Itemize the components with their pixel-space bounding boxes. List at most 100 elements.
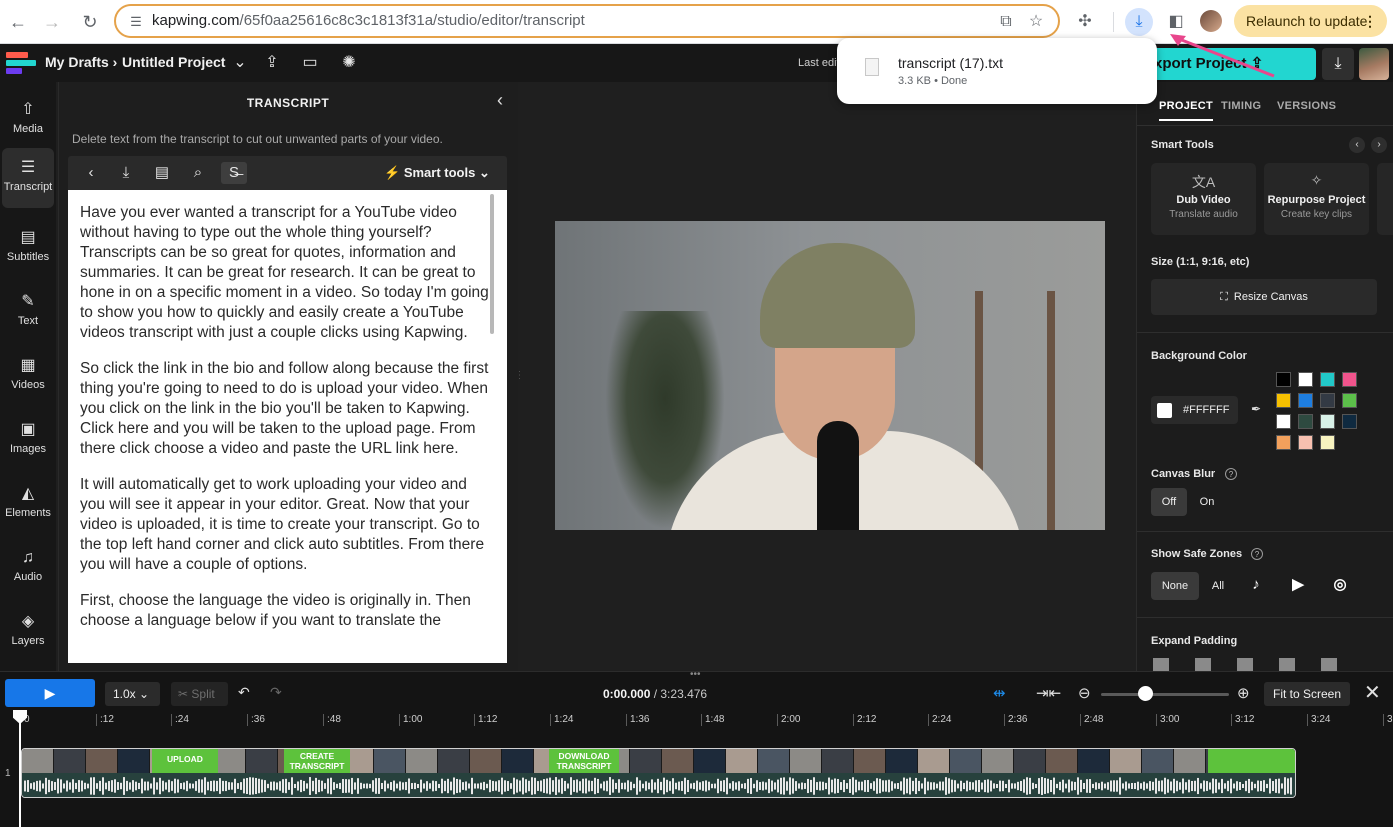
scroll-right-icon[interactable]: ›: [1371, 137, 1387, 153]
padding-option-icon[interactable]: [1321, 658, 1337, 671]
padding-option-icon[interactable]: [1195, 658, 1211, 671]
more-tools-card[interactable]: [1377, 163, 1393, 235]
color-swatch[interactable]: [1276, 414, 1291, 429]
time-ruler[interactable]: 0:12:24:36:48 1:00 1:12 1:24 1:36 1:48 2:00 2:1…: [0, 710, 1393, 734]
color-swatch[interactable]: [1342, 414, 1357, 429]
share-upload-icon[interactable]: ⇪: [261, 52, 283, 74]
color-swatch[interactable]: [1320, 372, 1335, 387]
video-track-clip[interactable]: UPLOAD CREATE TRANSCRIPT DOWNLOAD TRANSCRI…: [21, 748, 1296, 798]
download-file-name[interactable]: transcript (17).txt: [898, 55, 1003, 71]
color-swatch[interactable]: [1298, 393, 1313, 408]
url-text[interactable]: kapwing.com/65f0aa25616c8c3c1813f31a/stu…: [152, 12, 585, 29]
safe-zone-all-button[interactable]: All: [1203, 572, 1233, 600]
back-chevron-icon[interactable]: ‹: [78, 162, 104, 184]
redo-icon[interactable]: ↷: [270, 684, 282, 701]
project-name[interactable]: Untitled Project: [122, 54, 225, 70]
forward-icon[interactable]: →: [40, 10, 64, 34]
instagram-icon[interactable]: ◎: [1329, 574, 1351, 596]
rail-item-audio[interactable]: ♫ Audio: [0, 538, 56, 598]
smart-tools-dropdown[interactable]: ⚡ Smart tools ⌄: [384, 165, 490, 181]
padding-option-icon[interactable]: [1237, 658, 1253, 671]
profile-avatar[interactable]: [1200, 10, 1222, 32]
safe-zone-none-button[interactable]: None: [1151, 572, 1199, 600]
relaunch-button[interactable]: Relaunch to update ⋮: [1234, 5, 1387, 37]
close-timeline-icon[interactable]: ✕: [1364, 680, 1381, 705]
rail-item-subtitles[interactable]: ▤ Subtitles: [0, 218, 56, 278]
scroll-left-icon[interactable]: ‹: [1349, 137, 1365, 153]
color-swatch[interactable]: [1342, 393, 1357, 408]
play-button[interactable]: ▶: [5, 679, 95, 707]
zoom-slider-handle[interactable]: [1138, 686, 1153, 701]
address-bar[interactable]: ☰ kapwing.com/65f0aa25616c8c3c1813f31a/s…: [114, 4, 1060, 38]
reload-icon[interactable]: ↻: [78, 10, 102, 34]
kapwing-logo[interactable]: [6, 50, 36, 76]
collapse-panel-icon[interactable]: ‹: [497, 90, 503, 111]
undo-icon[interactable]: ↶: [238, 684, 250, 701]
transcript-paragraph[interactable]: Have you ever wanted a transcript for a …: [80, 203, 489, 343]
back-icon[interactable]: ←: [6, 10, 30, 34]
resize-canvas-button[interactable]: ⛶ Resize Canvas: [1151, 279, 1377, 315]
color-swatch[interactable]: [1342, 372, 1357, 387]
playhead[interactable]: [19, 713, 21, 827]
eyedropper-icon[interactable]: ✒: [1251, 402, 1261, 416]
side-panel-icon[interactable]: ◧: [1162, 8, 1190, 36]
rail-item-videos[interactable]: ▦ Videos: [0, 346, 56, 406]
rail-item-images[interactable]: ▣ Images: [0, 410, 56, 470]
video-preview[interactable]: [555, 221, 1105, 530]
repurpose-project-card[interactable]: ✧ Repurpose Project Create key clips: [1264, 163, 1369, 235]
transcript-paragraph[interactable]: So click the link in the bio and follow …: [80, 359, 489, 459]
playback-speed-select[interactable]: 1.0x ⌄: [105, 682, 160, 706]
zoom-slider-track[interactable]: [1101, 693, 1229, 696]
color-swatch[interactable]: [1276, 372, 1291, 387]
dub-video-card[interactable]: 文A Dub Video Translate audio: [1151, 163, 1256, 235]
color-swatch[interactable]: [1298, 435, 1313, 450]
blur-off-button[interactable]: Off: [1151, 488, 1187, 516]
install-app-icon[interactable]: ⧉: [996, 12, 1016, 32]
site-settings-icon[interactable]: ☰: [126, 12, 146, 32]
split-button[interactable]: ✂ Split: [171, 682, 228, 706]
rail-item-layers[interactable]: ◈ Layers: [0, 602, 56, 662]
lightbulb-icon[interactable]: ✺: [338, 52, 360, 74]
fit-to-screen-button[interactable]: Fit to Screen: [1264, 682, 1350, 706]
download-transcript-icon[interactable]: ⤓: [113, 162, 139, 184]
color-swatch[interactable]: [1276, 393, 1291, 408]
search-icon[interactable]: ⌕: [185, 162, 211, 184]
captions-icon[interactable]: ▭: [299, 52, 321, 74]
more-menu-icon[interactable]: ⋮: [1363, 5, 1377, 37]
chevron-down-icon[interactable]: ⌄: [229, 52, 251, 74]
color-swatch[interactable]: [1320, 393, 1335, 408]
rail-item-media[interactable]: ⇧ Media: [0, 90, 56, 150]
blur-on-button[interactable]: On: [1191, 488, 1223, 516]
rail-item-transcript[interactable]: ☰ Transcript: [2, 148, 54, 208]
zoom-out-icon[interactable]: ⊖: [1078, 684, 1091, 702]
snap-icon[interactable]: ⇹: [993, 684, 1006, 702]
youtube-icon[interactable]: ▶: [1287, 574, 1309, 596]
help-icon[interactable]: ?: [1251, 548, 1263, 560]
color-swatch[interactable]: [1320, 435, 1335, 450]
downloads-icon[interactable]: ⤓: [1125, 8, 1153, 36]
help-icon[interactable]: ?: [1225, 468, 1237, 480]
zoom-in-icon[interactable]: ⊕: [1237, 684, 1250, 702]
tab-timing[interactable]: TIMING: [1221, 100, 1261, 112]
user-avatar[interactable]: [1359, 48, 1389, 80]
padding-option-icon[interactable]: [1279, 658, 1295, 671]
bookmark-star-icon[interactable]: ☆: [1026, 12, 1046, 32]
tab-project[interactable]: PROJECT: [1159, 100, 1214, 121]
strikethrough-icon[interactable]: S̶: [221, 162, 247, 184]
transcript-scrollbar[interactable]: [490, 194, 494, 334]
color-swatch[interactable]: [1298, 372, 1313, 387]
color-swatch[interactable]: [1320, 414, 1335, 429]
color-swatch[interactable]: [1276, 435, 1291, 450]
timeline-resize-handle[interactable]: •••: [690, 669, 701, 680]
background-color-input[interactable]: #FFFFFF: [1151, 396, 1238, 424]
subtitles-icon[interactable]: ▤: [149, 162, 175, 184]
breadcrumb-my-drafts[interactable]: My Drafts ›: [45, 54, 117, 70]
transcript-paragraph[interactable]: It will automatically get to work upload…: [80, 475, 489, 575]
tiktok-icon[interactable]: ♪: [1245, 574, 1267, 596]
tab-versions[interactable]: VERSIONS: [1277, 100, 1336, 112]
transcript-paragraph[interactable]: First, choose the language the video is …: [80, 591, 489, 631]
extensions-icon[interactable]: ✣: [1071, 8, 1099, 36]
fit-width-icon[interactable]: ⇥⇤: [1036, 684, 1061, 702]
rail-item-elements[interactable]: ◭ Elements: [0, 474, 56, 534]
transcript-text-area[interactable]: Have you ever wanted a transcript for a …: [68, 190, 507, 663]
